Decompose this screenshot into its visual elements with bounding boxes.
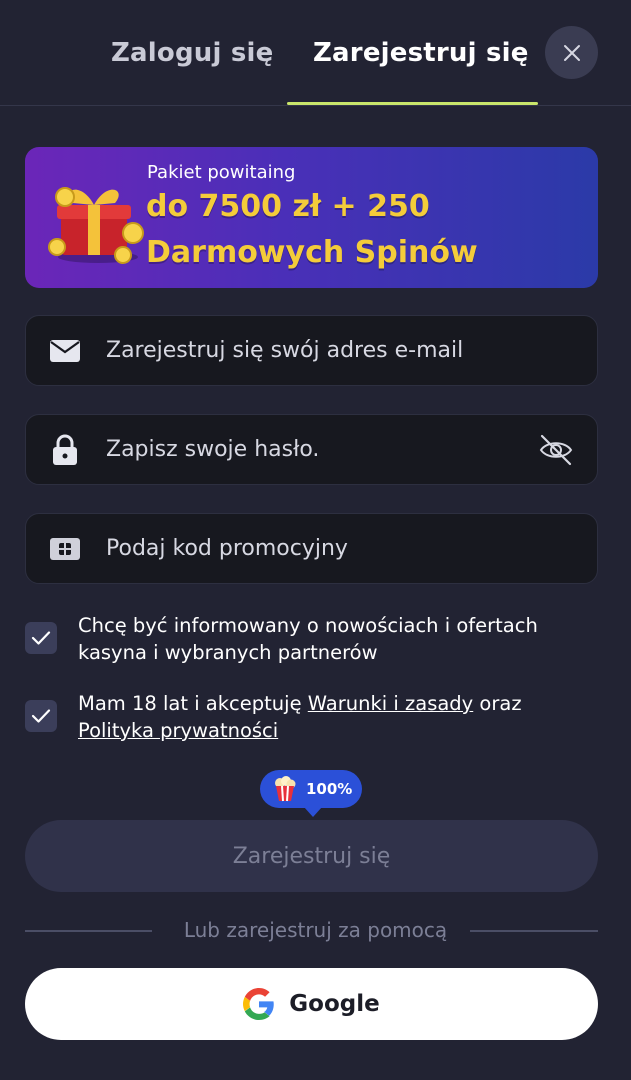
- promo-code-field[interactable]: Podaj kod promocyjny: [25, 513, 598, 584]
- badge-text: 100%: [306, 780, 353, 798]
- check-icon: [31, 631, 51, 645]
- register-submit-button[interactable]: Zarejestruj się: [25, 820, 598, 892]
- newsletter-label: Chcę być informowany o nowościach i ofer…: [78, 614, 538, 664]
- lock-icon: [48, 434, 82, 465]
- divider-right: [470, 930, 598, 932]
- email-placeholder: Zarejestruj się swój adres e-mail: [106, 338, 464, 363]
- eye-off-icon: [539, 434, 573, 466]
- email-field[interactable]: Zarejestruj się swój adres e-mail: [25, 315, 598, 386]
- popcorn-icon: [275, 776, 296, 802]
- tab-login[interactable]: Zaloguj się: [111, 38, 273, 68]
- password-placeholder: Zapisz swoje hasło.: [106, 437, 320, 462]
- toggle-password-visibility[interactable]: [537, 431, 575, 469]
- password-field[interactable]: Zapisz swoje hasło.: [25, 414, 598, 485]
- bonus-badge: 100%: [260, 770, 362, 817]
- newsletter-checkbox[interactable]: [25, 622, 57, 654]
- promo-code-placeholder: Podaj kod promocyjny: [106, 536, 348, 561]
- check-icon: [31, 709, 51, 723]
- terms-label: Mam 18 lat i akceptuję Warunki i zasady …: [78, 690, 588, 744]
- google-signup-button[interactable]: Google: [25, 968, 598, 1040]
- google-label: Google: [289, 991, 380, 1017]
- terms-link[interactable]: Warunki i zasady: [308, 692, 473, 715]
- active-tab-indicator: [287, 102, 538, 105]
- tab-register[interactable]: Zarejestruj się: [313, 38, 529, 68]
- privacy-link[interactable]: Polityka prywatności: [78, 719, 278, 742]
- ticket-icon: [48, 534, 82, 564]
- close-icon: [563, 44, 580, 61]
- register-modal: Zaloguj się Zarejestruj się Pakiet powit…: [0, 0, 631, 1080]
- promo-amount: do 7500 zł + 250: [146, 189, 430, 224]
- gift-icon: [48, 187, 144, 264]
- welcome-promo-banner[interactable]: Pakiet powitaing do 7500 zł + 250 Darmow…: [25, 147, 598, 288]
- terms-middle: oraz: [473, 692, 522, 715]
- close-button[interactable]: [545, 26, 598, 79]
- google-icon: [243, 988, 275, 1020]
- promo-spins: Darmowych Spinów: [146, 235, 478, 270]
- promo-label: Pakiet powitaing: [147, 162, 296, 183]
- modal-header: Zaloguj się Zarejestruj się: [0, 0, 631, 106]
- mail-icon: [48, 336, 82, 366]
- terms-checkbox[interactable]: [25, 700, 57, 732]
- terms-prefix: Mam 18 lat i akceptuję: [78, 692, 308, 715]
